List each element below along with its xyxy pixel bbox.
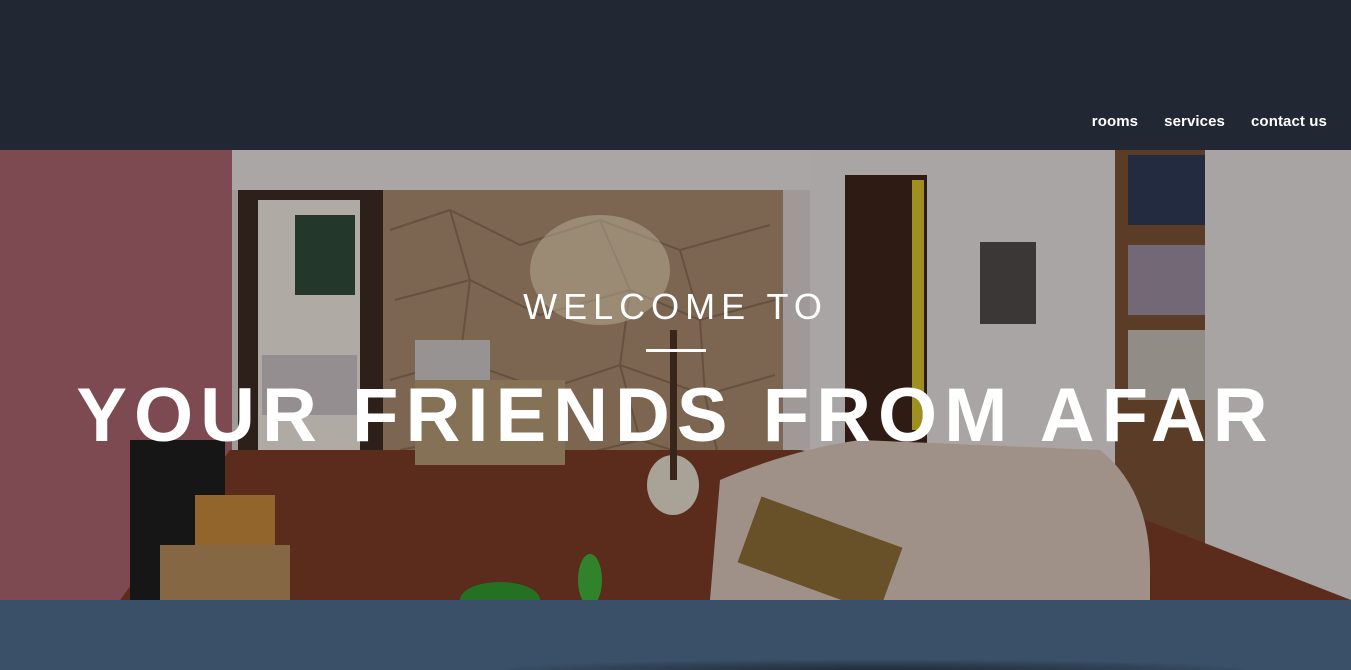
hero-banner: WELCOME TO YOUR FRIENDS FROM AFAR bbox=[0, 150, 1351, 600]
nav-link-rooms[interactable]: rooms bbox=[1092, 113, 1138, 130]
site-header: rooms services contact us bbox=[0, 0, 1351, 150]
nav-link-services[interactable]: services bbox=[1164, 113, 1225, 130]
hero-kicker: WELCOME TO bbox=[523, 286, 828, 327]
hero-title: YOUR FRIENDS FROM AFAR bbox=[76, 373, 1275, 458]
main-nav: rooms services contact us bbox=[1092, 113, 1327, 130]
hero-divider bbox=[646, 349, 706, 352]
content-section bbox=[0, 600, 1351, 670]
nav-link-contact-us[interactable]: contact us bbox=[1251, 113, 1327, 130]
hero-text: WELCOME TO YOUR FRIENDS FROM AFAR bbox=[0, 150, 1351, 600]
